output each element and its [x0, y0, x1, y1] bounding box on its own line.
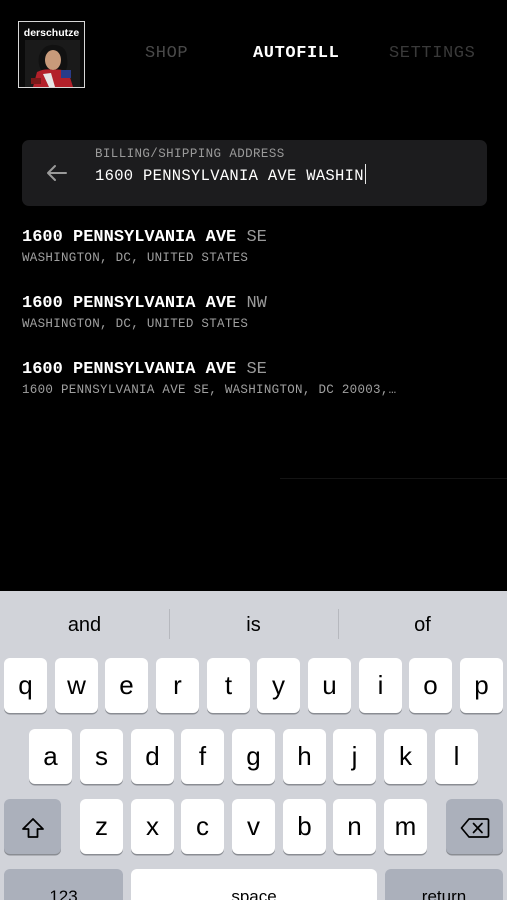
key-i[interactable]: i	[359, 658, 402, 713]
numbers-key[interactable]: 123	[4, 869, 123, 900]
prediction-1[interactable]: and	[0, 603, 169, 647]
key-c[interactable]: c	[181, 799, 224, 854]
key-e[interactable]: e	[105, 658, 148, 713]
address-input-value: 1600 PENNSYLVANIA AVE WASHIN	[95, 167, 364, 185]
delete-key[interactable]	[446, 799, 503, 854]
key-l[interactable]: l	[435, 729, 478, 784]
onscreen-keyboard: and is of q w e r t y u i o p a s d f g …	[0, 591, 507, 900]
tab-autofill[interactable]: AUTOFILL	[253, 44, 339, 63]
key-u[interactable]: u	[308, 658, 351, 713]
back-arrow-icon[interactable]	[44, 160, 70, 186]
key-m[interactable]: m	[384, 799, 427, 854]
key-d[interactable]: d	[131, 729, 174, 784]
address-suggestion[interactable]: 1600 PENNSYLVANIA AVE NW WASHINGTON, DC,…	[22, 294, 487, 344]
key-y[interactable]: y	[257, 658, 300, 713]
shift-icon	[21, 818, 44, 839]
tab-shop[interactable]: SHOP	[145, 44, 188, 63]
suggestion-match: 1600 PENNSYLVANIA AVE	[22, 360, 237, 379]
key-r[interactable]: r	[156, 658, 199, 713]
key-v[interactable]: v	[232, 799, 275, 854]
key-f[interactable]: f	[181, 729, 224, 784]
key-z[interactable]: z	[80, 799, 123, 854]
address-field-label: BILLING/SHIPPING ADDRESS	[95, 147, 285, 161]
key-k[interactable]: k	[384, 729, 427, 784]
key-o[interactable]: o	[409, 658, 452, 713]
list-divider	[280, 478, 507, 479]
key-a[interactable]: a	[29, 729, 72, 784]
address-field[interactable]: BILLING/SHIPPING ADDRESS 1600 PENNSYLVAN…	[22, 140, 487, 206]
address-suggestion[interactable]: 1600 PENNSYLVANIA AVE SE WASHINGTON, DC,…	[22, 228, 487, 278]
shift-key[interactable]	[4, 799, 61, 854]
key-n[interactable]: n	[333, 799, 376, 854]
key-b[interactable]: b	[283, 799, 326, 854]
suggestion-title: 1600 PENNSYLVANIA AVE SE	[22, 228, 487, 247]
suggestion-subtitle: 1600 PENNSYLVANIA AVE SE, WASHINGTON, DC…	[22, 383, 397, 397]
logo-portrait-image	[25, 40, 80, 87]
key-j[interactable]: j	[333, 729, 376, 784]
return-key[interactable]: return	[385, 869, 503, 900]
suggestion-suffix: NW	[246, 294, 267, 313]
key-g[interactable]: g	[232, 729, 275, 784]
tab-settings[interactable]: SETTINGS	[389, 44, 475, 63]
suggestion-match: 1600 PENNSYLVANIA AVE	[22, 228, 237, 247]
logo-text: derschutze	[23, 27, 80, 39]
app-logo: derschutze	[18, 21, 85, 88]
address-suggestion[interactable]: 1600 PENNSYLVANIA AVE SE 1600 PENNSYLVAN…	[22, 360, 487, 410]
suggestion-suffix: SE	[246, 360, 267, 379]
text-caret	[364, 164, 367, 184]
key-q[interactable]: q	[4, 658, 47, 713]
space-key[interactable]: space	[131, 869, 377, 900]
key-s[interactable]: s	[80, 729, 123, 784]
backspace-icon	[460, 818, 489, 838]
suggestion-title: 1600 PENNSYLVANIA AVE NW	[22, 294, 487, 313]
key-w[interactable]: w	[55, 658, 98, 713]
suggestion-subtitle: WASHINGTON, DC, UNITED STATES	[22, 317, 249, 331]
prediction-2[interactable]: is	[169, 603, 338, 647]
suggestion-suffix: SE	[246, 228, 267, 247]
suggestion-match: 1600 PENNSYLVANIA AVE	[22, 294, 237, 313]
key-p[interactable]: p	[460, 658, 503, 713]
key-x[interactable]: x	[131, 799, 174, 854]
prediction-3[interactable]: of	[338, 603, 507, 647]
address-input[interactable]: 1600 PENNSYLVANIA AVE WASHIN	[95, 164, 465, 188]
suggestion-title: 1600 PENNSYLVANIA AVE SE	[22, 360, 487, 379]
key-h[interactable]: h	[283, 729, 326, 784]
suggestion-subtitle: WASHINGTON, DC, UNITED STATES	[22, 251, 249, 265]
key-t[interactable]: t	[207, 658, 250, 713]
